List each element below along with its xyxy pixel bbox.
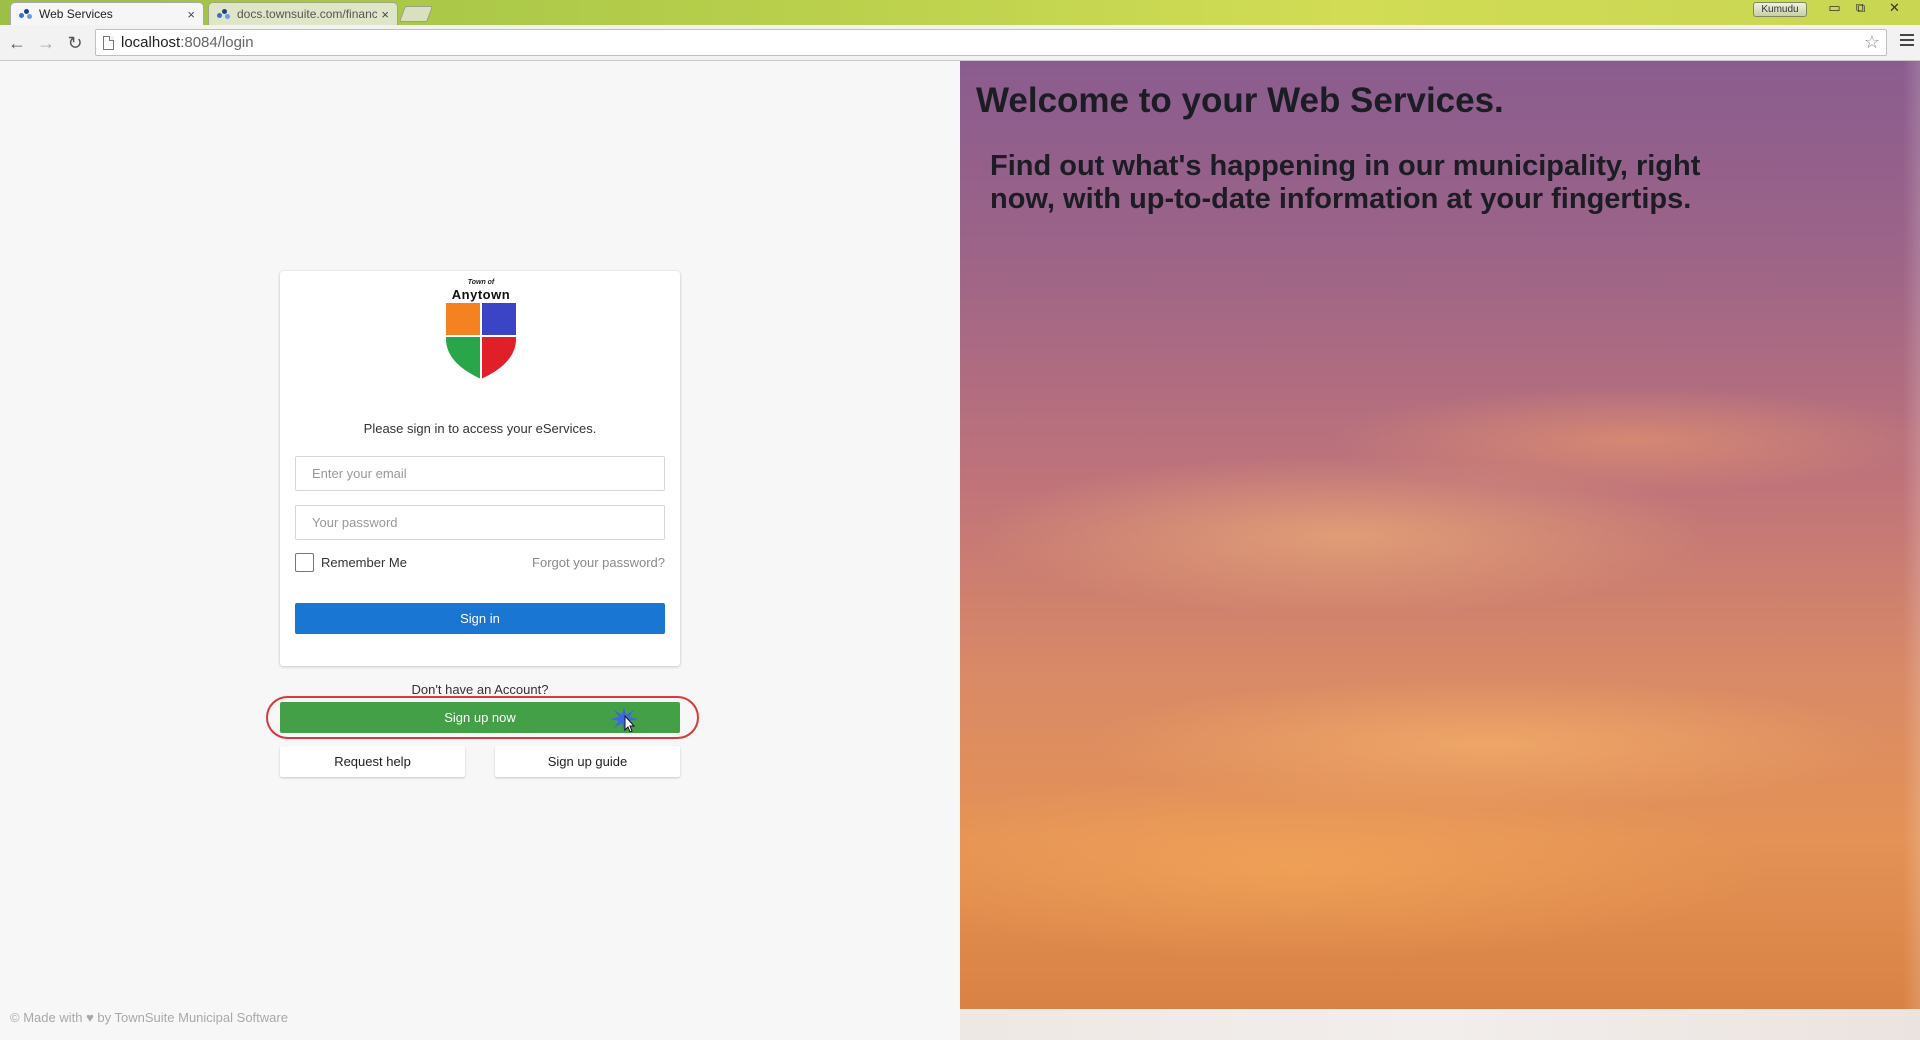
tab-label: docs.townsuite.com/financ — [237, 7, 378, 21]
url-text: localhost:8084/login — [121, 34, 254, 51]
forward-icon[interactable]: → — [35, 32, 57, 54]
logo-town-of: Town of — [467, 279, 495, 286]
browser-menu-icon[interactable] — [1900, 34, 1914, 48]
tab-close-icon[interactable]: × — [381, 7, 389, 22]
footer-credit: © Made with ♥ by TownSuite Municipal Sof… — [10, 1010, 288, 1025]
remember-me-checkbox[interactable] — [295, 553, 314, 572]
remember-me-label: Remember Me — [321, 555, 407, 570]
sign-up-guide-button[interactable]: Sign up guide — [495, 746, 680, 777]
login-card: Town of Anytown Please sign in to access… — [280, 271, 680, 666]
anytown-logo: Town of Anytown — [443, 279, 519, 379]
remember-me[interactable]: Remember Me — [295, 553, 407, 572]
browser-user-badge[interactable]: Kumudu — [1753, 2, 1807, 17]
signin-prompt: Please sign in to access your eServices. — [363, 421, 597, 436]
heart-icon: ♥ — [86, 1010, 94, 1025]
scrollbar-edge — [1903, 61, 1920, 1009]
reload-icon[interactable]: ↻ — [64, 32, 86, 54]
new-tab-button[interactable] — [399, 6, 433, 22]
page-content: Town of Anytown Please sign in to access… — [0, 61, 1920, 1040]
tab-web-services[interactable]: Web Services × — [10, 2, 204, 25]
hero-subtitle: Find out what's happening in our municip… — [990, 150, 1701, 215]
hero-bottom-strip — [960, 1009, 1920, 1040]
no-account-text: Don't have an Account? — [411, 682, 549, 697]
back-icon[interactable]: ← — [6, 32, 28, 54]
address-bar[interactable]: localhost:8084/login ☆ — [95, 29, 1887, 56]
hero-panel: Welcome to your Web Services. Find out w… — [960, 61, 1920, 1009]
shield-icon — [446, 303, 516, 379]
bookmark-star-icon[interactable]: ☆ — [1864, 32, 1880, 53]
hero-title: Welcome to your Web Services. — [976, 81, 1504, 120]
request-help-button[interactable]: Request help — [280, 746, 465, 777]
page-icon — [103, 36, 114, 50]
browser-toolbar: ← → ↻ localhost:8084/login ☆ — [0, 25, 1920, 61]
tab-close-icon[interactable]: × — [187, 7, 195, 22]
logo-town-name: Anytown — [451, 287, 511, 302]
minimize-icon[interactable]: ▭ — [1821, 0, 1848, 18]
forgot-password-link[interactable]: Forgot your password? — [532, 555, 665, 570]
tab-docs[interactable]: docs.townsuite.com/financ × — [208, 2, 398, 25]
email-field[interactable] — [295, 456, 665, 491]
tab-label: Web Services — [39, 7, 113, 21]
townsuite-favicon-icon — [19, 8, 33, 20]
restore-icon[interactable]: ⧉ — [1847, 0, 1874, 18]
cursor-click-icon — [610, 707, 638, 732]
sign-in-button[interactable]: Sign in — [295, 603, 665, 634]
password-field[interactable] — [295, 505, 665, 540]
townsuite-favicon-icon — [217, 8, 231, 20]
close-window-icon[interactable]: ✕ — [1881, 0, 1908, 18]
login-pane: Town of Anytown Please sign in to access… — [0, 61, 960, 1040]
browser-titlebar: Web Services × docs.townsuite.com/financ… — [0, 0, 1920, 25]
